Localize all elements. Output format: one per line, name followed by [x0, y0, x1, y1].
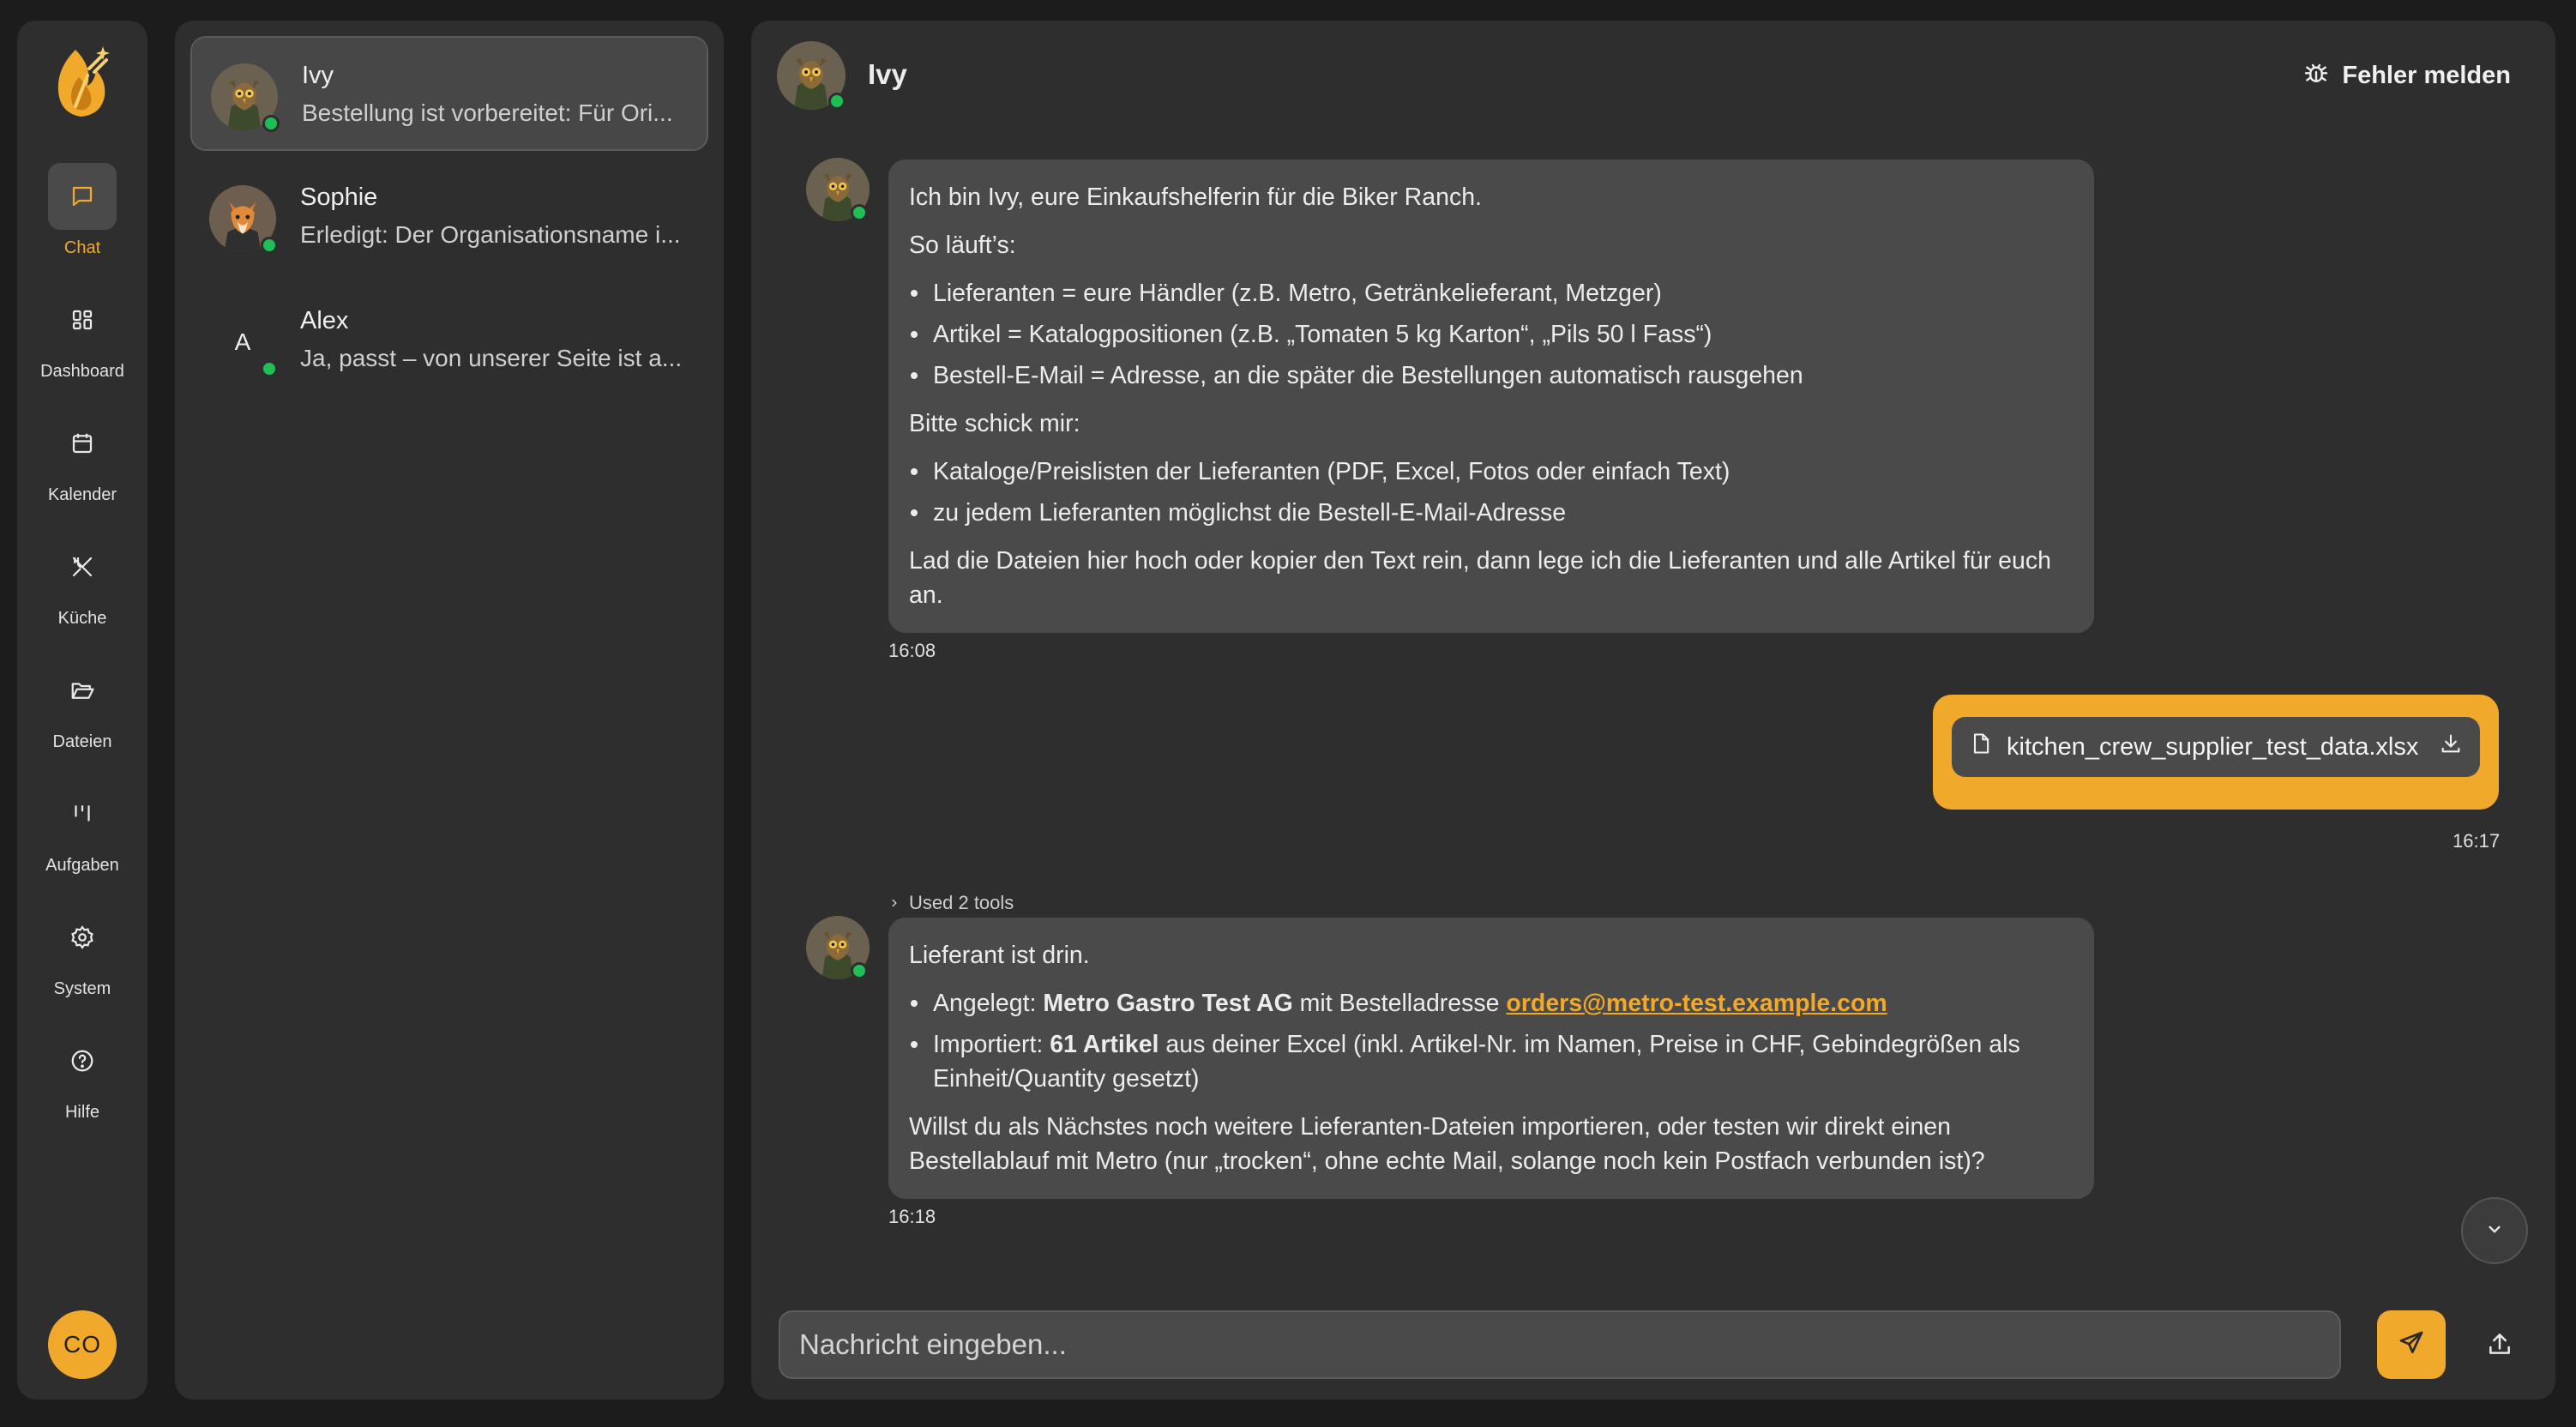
nav-system[interactable]: System [17, 904, 147, 1015]
nav-chat-label: Chat [63, 238, 101, 257]
file-attachment[interactable]: kitchen_crew_supplier_test_data.xlsx [1952, 717, 2480, 777]
tools-used-label: Used 2 tools [909, 892, 1014, 913]
message-text: Willst du als Nächstes noch weitere Lief… [909, 1113, 1985, 1175]
conversation-alex[interactable]: A Alex Ja, passt – von unserer Seite ist… [190, 283, 708, 398]
list-item: zu jedem Lieferanten möglichst die Beste… [909, 496, 2073, 530]
assistant-message: Lieferant ist drin. Angelegt: Metro Gast… [888, 918, 2094, 1199]
nav-kueche-label: Küche [57, 609, 107, 628]
text: Angelegt: [933, 990, 1044, 1017]
message-text: Lad die Dateien hier hoch oder kopier de… [909, 547, 2051, 609]
conversation-name: Alex [300, 307, 349, 334]
online-status-dot [828, 93, 846, 110]
nav-kalender[interactable]: Kalender [17, 410, 147, 521]
send-icon [2398, 1329, 2425, 1361]
message-text: Lieferant ist drin. [909, 942, 1090, 969]
nav-aufgaben[interactable]: Aufgaben [17, 780, 147, 892]
conversation-preview: Erledigt: Der Organisationsname i... [300, 221, 681, 248]
list-item: Angelegt: Metro Gastro Test AG mit Beste… [909, 986, 2073, 1021]
nav-dateien-label: Dateien [52, 732, 112, 751]
user-message: kitchen_crew_supplier_test_data.xlsx [1933, 695, 2499, 810]
conversation-name: Ivy [302, 62, 334, 89]
kanban-icon [48, 780, 117, 847]
conversation-preview: Ja, passt – von unserer Seite ist a... [300, 345, 683, 371]
nav-hilfe[interactable]: Hilfe [17, 1027, 147, 1139]
message-timestamp: 16:18 [888, 1206, 936, 1227]
supplier-name: Metro Gastro Test AG [1043, 990, 1293, 1017]
nav-chat[interactable]: Chat [17, 163, 147, 274]
conversation-sophie[interactable]: Sophie Erledigt: Der Organisationsname i… [190, 160, 708, 274]
chat-bubble-icon [48, 163, 117, 230]
bug-icon [2302, 58, 2330, 93]
conversation-preview: Bestellung ist vorbereitet: Für Ori... [302, 99, 673, 126]
list-item: Importiert: 61 Artikel aus deiner Excel … [909, 1027, 2073, 1096]
online-status-dot [261, 360, 278, 377]
message-text: Ich bin Ivy, eure Einkaufshelferin für d… [909, 184, 1482, 211]
text: mit Bestelladresse [1292, 990, 1507, 1017]
download-icon[interactable] [2439, 732, 2463, 762]
message-timestamp: 16:08 [888, 640, 936, 661]
nav-dashboard-label: Dashboard [40, 362, 124, 381]
nav-system-label: System [53, 979, 111, 998]
file-icon [1969, 732, 1993, 762]
message-list: Angelegt: Metro Gastro Test AG mit Beste… [909, 986, 2073, 1096]
conversation-list: Ivy Bestellung ist vorbereitet: Für Ori.… [175, 21, 724, 1400]
app-logo[interactable] [50, 43, 115, 122]
chat-header-name: Ivy [868, 58, 907, 90]
upload-button[interactable] [2478, 1324, 2521, 1367]
nav-dateien[interactable]: Dateien [17, 657, 147, 768]
chat-panel: Ivy Fehler melden Ich bin Ivy, eure Eink… [751, 21, 2555, 1400]
nav-dashboard[interactable]: Dashboard [17, 286, 147, 398]
report-bug-label: Fehler melden [2342, 61, 2511, 89]
file-name: kitchen_crew_supplier_test_data.xlsx [2007, 732, 2419, 761]
text: Importiert: [933, 1031, 1050, 1058]
online-status-dot [851, 204, 868, 221]
send-button[interactable] [2377, 1310, 2446, 1379]
message-timestamp: 16:17 [2453, 830, 2501, 852]
grid-icon [48, 286, 117, 353]
gear-icon [48, 904, 117, 971]
nav-kalender-label: Kalender [47, 485, 117, 504]
online-status-dot [262, 115, 280, 132]
nav-hilfe-label: Hilfe [64, 1103, 99, 1122]
folder-open-icon [48, 657, 117, 724]
scroll-to-bottom-button[interactable] [2461, 1197, 2528, 1264]
conversation-name: Sophie [300, 184, 378, 211]
online-status-dot [261, 237, 278, 254]
main-sidebar: Chat Dashboard Kalender Küche Dateien Au… [17, 21, 147, 1400]
utensils-icon [48, 533, 117, 600]
online-status-dot [851, 962, 868, 979]
email-link[interactable]: orders@metro-test.example.com [1506, 990, 1887, 1017]
chevron-down-icon [2483, 1218, 2506, 1244]
assistant-message: Ich bin Ivy, eure Einkaufshelferin für d… [888, 160, 2094, 633]
upload-icon [2486, 1330, 2513, 1362]
message-text: Bitte schick mir: [909, 410, 1080, 437]
nav-aufgaben-label: Aufgaben [45, 856, 119, 875]
message-list: Lieferanten = eure Händler (z.B. Metro, … [909, 276, 2073, 393]
conversation-ivy[interactable]: Ivy Bestellung ist vorbereitet: Für Ori.… [190, 36, 708, 151]
list-item: Artikel = Katalogpositionen (z.B. „Tomat… [909, 317, 2073, 352]
help-circle-icon [48, 1027, 117, 1094]
message-list: Kataloge/Preislisten der Lieferanten (PD… [909, 455, 2073, 530]
report-bug-button[interactable]: Fehler melden [2302, 58, 2511, 93]
message-input[interactable] [779, 1310, 2341, 1379]
user-avatar[interactable]: CO [48, 1310, 117, 1379]
article-count: 61 Artikel [1050, 1031, 1159, 1058]
list-item: Kataloge/Preislisten der Lieferanten (PD… [909, 455, 2073, 489]
chevron-right-icon [888, 892, 900, 914]
calendar-icon [48, 410, 117, 477]
tools-used-toggle[interactable]: Used 2 tools [888, 892, 1014, 914]
list-item: Lieferanten = eure Händler (z.B. Metro, … [909, 276, 2073, 310]
nav-kueche[interactable]: Küche [17, 533, 147, 645]
message-text: So läuft’s: [909, 232, 1016, 259]
list-item: Bestell-E-Mail = Adresse, an die später … [909, 358, 2073, 393]
